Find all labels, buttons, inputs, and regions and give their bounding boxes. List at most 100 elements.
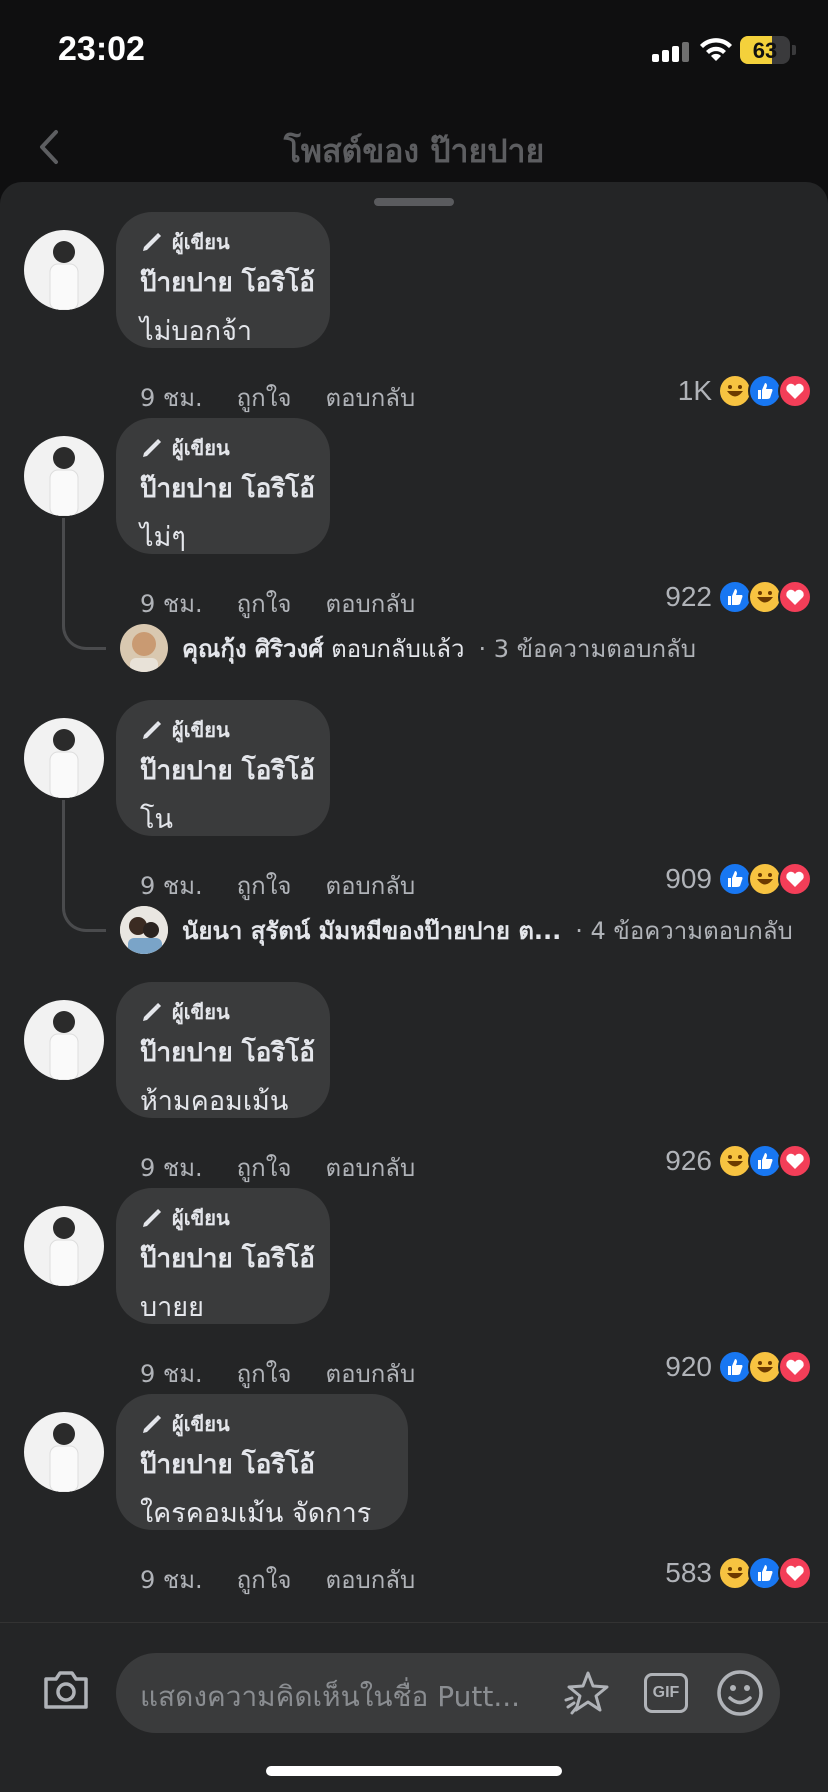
reaction-summary[interactable]: 922: [665, 580, 812, 614]
like-button[interactable]: ถูกใจ: [237, 584, 292, 623]
like-button[interactable]: ถูกใจ: [237, 1560, 292, 1599]
avatar[interactable]: [24, 718, 104, 798]
comment-composer: แสดงความคิดเห็นในชื่อ Putt... GIF: [0, 1622, 828, 1792]
reply-button[interactable]: ตอบกลับ: [325, 584, 415, 623]
comment-item: ผู้เขียน ป๊ายปาย โอริโอ้ ไม่บอกจ้า 9 ชม.…: [0, 212, 828, 430]
like-button[interactable]: ถูกใจ: [237, 1354, 292, 1393]
reply-button[interactable]: ตอบกลับ: [325, 1148, 415, 1187]
comment-text: โน: [140, 804, 173, 835]
sheet-grabber[interactable]: [374, 198, 454, 206]
author-badge-label: ผู้เขียน: [172, 230, 230, 254]
reaction-summary[interactable]: 909: [665, 862, 812, 896]
reply-button[interactable]: ตอบกลับ: [325, 378, 415, 417]
reply-button[interactable]: ตอบกลับ: [325, 1354, 415, 1393]
like-reaction-icon: [718, 580, 752, 614]
reaction-count: 922: [665, 581, 712, 612]
comment-actions: 9 ชม. ถูกใจ ตอบกลับ: [140, 1148, 415, 1187]
reaction-summary[interactable]: 926: [665, 1144, 812, 1178]
gif-button[interactable]: GIF: [640, 1667, 692, 1719]
pen-icon: [143, 720, 162, 739]
author-badge-label: ผู้เขียน: [172, 436, 230, 460]
camera-icon[interactable]: [40, 1663, 92, 1715]
avatar[interactable]: [24, 230, 104, 310]
like-button[interactable]: ถูกใจ: [237, 378, 292, 417]
header: โพสต์ของ ป๊ายปาย: [0, 100, 828, 190]
comment-actions: 9 ชม. ถูกใจ ตอบกลับ: [140, 1560, 415, 1599]
comment-bubble[interactable]: ผู้เขียน ป๊ายปาย โอริโอ้ โน: [116, 700, 330, 836]
comment-bubble[interactable]: ผู้เขียน ป๊ายปาย โอริโอ้ บายย: [116, 1188, 330, 1324]
love-reaction-icon: [778, 862, 812, 896]
page-title: โพสต์ของ ป๊ายปาย: [283, 132, 545, 170]
reply-author: คุณกุ้ง ศิริวงศ์: [182, 634, 324, 663]
comment-bubble[interactable]: ผู้เขียน ป๊ายปาย โอริโอ้ ไม่ๆ: [116, 418, 330, 554]
pen-icon: [143, 438, 162, 457]
author-badge: ผู้เขียน: [140, 1204, 306, 1232]
thread-line: [62, 800, 106, 932]
author-badge-label: ผู้เขียน: [172, 1412, 230, 1436]
author-badge: ผู้เขียน: [140, 1410, 384, 1438]
love-reaction-icon: [778, 580, 812, 614]
comment-input[interactable]: แสดงความคิดเห็นในชื่อ Putt... GIF: [116, 1653, 780, 1733]
comment-item: ผู้เขียน ป๊ายปาย โอริโอ้ ใครคอมเม้น จัดก…: [0, 1394, 828, 1612]
status-bar: 23:02 63: [0, 0, 828, 100]
author-badge: ผู้เขียน: [140, 716, 306, 744]
reaction-summary[interactable]: 1K: [678, 374, 812, 408]
pen-icon: [143, 1208, 162, 1227]
like-reaction-icon: [748, 1144, 782, 1178]
author-badge: ผู้เขียน: [140, 228, 306, 256]
comment-author[interactable]: ป๊ายปาย โอริโอ้: [140, 262, 315, 303]
love-reaction-icon: [778, 1556, 812, 1590]
reply-button[interactable]: ตอบกลับ: [325, 866, 415, 905]
avatar[interactable]: [24, 436, 104, 516]
comment-author[interactable]: ป๊ายปาย โอริโอ้: [140, 750, 315, 791]
avatar[interactable]: [24, 1206, 104, 1286]
love-reaction-icon: [778, 374, 812, 408]
haha-reaction-icon: [748, 580, 782, 614]
comment-bubble[interactable]: ผู้เขียน ป๊ายปาย โอริโอ้ ไม่บอกจ้า: [116, 212, 330, 348]
reply-count: · 4 ข้อความตอบกลับ: [575, 916, 793, 945]
reply-author: นัยนา สุรัตน์ มัมหมีของป๊ายปาย ต...: [182, 916, 562, 945]
love-reaction-icon: [778, 1144, 812, 1178]
author-badge-label: ผู้เขียน: [172, 718, 230, 742]
comment-text: ไม่บอกจ้า: [140, 316, 253, 347]
reaction-count: 1K: [677, 375, 712, 406]
comment-time: 9 ชม.: [140, 384, 203, 412]
comment-author[interactable]: ป๊ายปาย โอริโอ้: [140, 1444, 384, 1485]
author-badge: ผู้เขียน: [140, 434, 306, 462]
comment-author[interactable]: ป๊ายปาย โอริโอ้: [140, 468, 315, 509]
comment-item: ผู้เขียน ป๊ายปาย โอริโอ้ บายย 9 ชม. ถูกใ…: [0, 1188, 828, 1406]
like-reaction-icon: [718, 1350, 752, 1384]
comment-author[interactable]: ป๊ายปาย โอริโอ้: [140, 1238, 315, 1279]
haha-reaction-icon: [718, 1144, 752, 1178]
avatar[interactable]: [24, 1412, 104, 1492]
reply-button[interactable]: ตอบกลับ: [325, 1560, 415, 1599]
emoji-icon[interactable]: [714, 1667, 766, 1719]
battery-cap: [792, 45, 796, 55]
comment-bubble[interactable]: ผู้เขียน ป๊ายปาย โอริโอ้ ห้ามคอมเม้น: [116, 982, 330, 1118]
reaction-count: 909: [665, 863, 712, 894]
comment-time: 9 ชม.: [140, 590, 203, 618]
pen-icon: [143, 1414, 162, 1433]
reaction-summary[interactable]: 920: [665, 1350, 812, 1384]
avatar-sticker-icon[interactable]: [562, 1667, 614, 1719]
signal-icon: [652, 40, 690, 62]
author-badge-label: ผู้เขียน: [172, 1000, 230, 1024]
comment-time: 9 ชม.: [140, 1154, 203, 1182]
like-button[interactable]: ถูกใจ: [237, 1148, 292, 1187]
like-reaction-icon: [748, 1556, 782, 1590]
comment-actions: 9 ชม. ถูกใจ ตอบกลับ: [140, 378, 415, 417]
comment-item: ผู้เขียน ป๊ายปาย โอริโอ้ ไม่ๆ 9 ชม. ถูกใ…: [0, 418, 828, 672]
reply-avatar: [120, 624, 168, 672]
reaction-summary[interactable]: 583: [665, 1556, 812, 1590]
thread-line: [62, 518, 106, 650]
comment-bubble[interactable]: ผู้เขียน ป๊ายปาย โอริโอ้ ใครคอมเม้น จัดก…: [116, 1394, 408, 1530]
like-button[interactable]: ถูกใจ: [237, 866, 292, 905]
comment-author[interactable]: ป๊ายปาย โอริโอ้: [140, 1032, 315, 1073]
like-reaction-icon: [748, 374, 782, 408]
comment-text: ห้ามคอมเม้น: [140, 1086, 289, 1117]
view-replies-link[interactable]: คุณกุ้ง ศิริวงศ์ ตอบกลับแล้ว · 3 ข้อความ…: [120, 624, 696, 672]
love-reaction-icon: [778, 1350, 812, 1384]
author-badge-label: ผู้เขียน: [172, 1206, 230, 1230]
view-replies-link[interactable]: นัยนา สุรัตน์ มัมหมีของป๊ายปาย ต... · 4 …: [120, 906, 793, 954]
avatar[interactable]: [24, 1000, 104, 1080]
